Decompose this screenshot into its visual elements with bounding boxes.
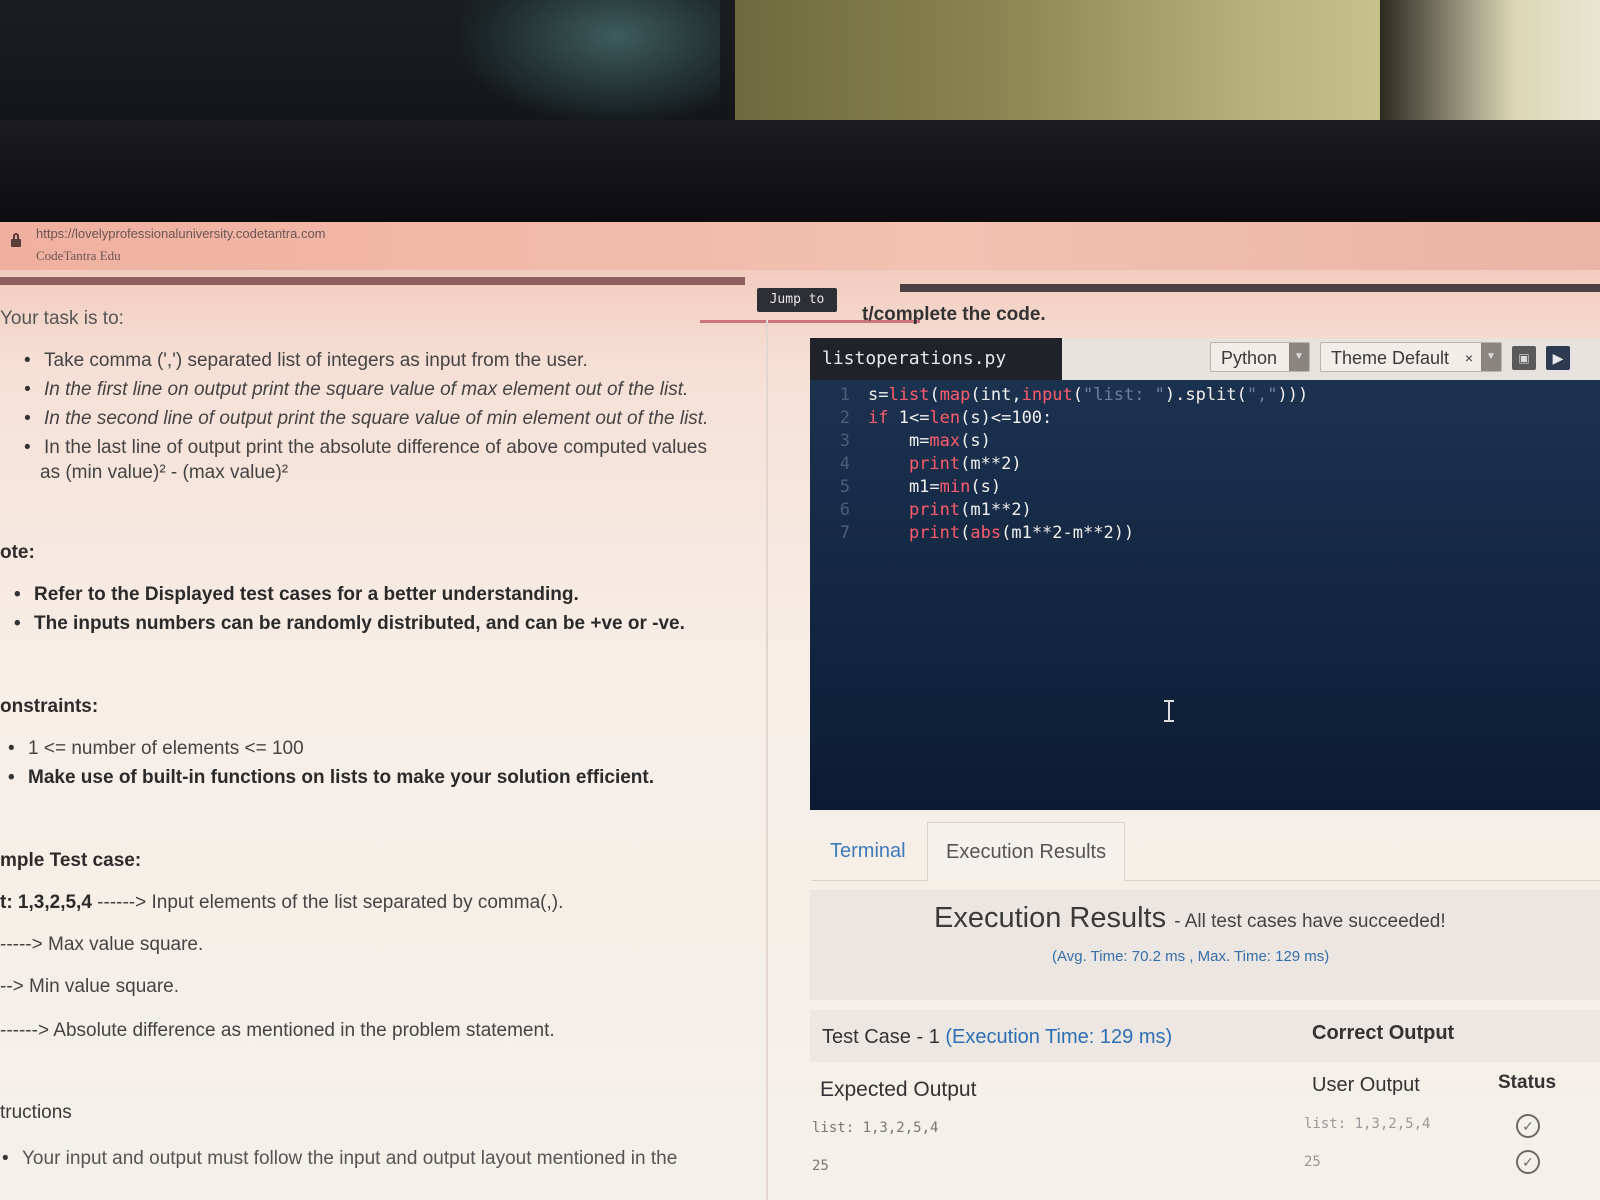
line-number: 4	[839, 454, 850, 474]
results-timing: (Avg. Time: 70.2 ms , Max. Time: 129 ms)	[1052, 948, 1330, 965]
tab-terminal[interactable]: Terminal	[812, 822, 924, 880]
constraint-item: 1 <= number of elements <= 100	[6, 734, 654, 763]
background-door	[1380, 0, 1600, 140]
file-tab[interactable]: listoperations.py	[810, 338, 1062, 380]
chevron-down-icon: ▼	[1289, 343, 1309, 371]
correct-output-label: Correct Output	[1312, 1022, 1455, 1044]
clear-icon[interactable]: ×	[1465, 343, 1473, 373]
constraints-heading: onstraints:	[0, 696, 99, 717]
task-heading: Your task is to:	[0, 308, 124, 329]
editor-instruction: t/complete the code.	[862, 304, 1046, 325]
save-icon[interactable]: ▣	[1512, 346, 1536, 370]
code-line: m1=min(s)	[868, 477, 1002, 497]
problem-pane: Your task is to: Take comma (',') separa…	[0, 292, 765, 1200]
note-item: The inputs numbers can be randomly distr…	[12, 609, 685, 638]
sample-input-desc: ------> Input elements of the list separ…	[97, 892, 564, 913]
language-select[interactable]: Python ▼	[1210, 342, 1310, 372]
user-output-line: list: 1,3,2,5,4	[1304, 1116, 1431, 1132]
sample-heading: mple Test case:	[0, 850, 142, 871]
line-number: 6	[839, 500, 850, 520]
testcase-name: Test Case - 1	[822, 1026, 940, 1048]
lock-icon	[11, 233, 21, 247]
line-number: 1	[839, 385, 850, 405]
chevron-down-icon: ▼	[1481, 343, 1501, 371]
instruction-item: Your input and output must follow the in…	[0, 1144, 677, 1173]
sample-line: --> Min value square.	[0, 976, 179, 997]
run-icon[interactable]: ▶	[1546, 346, 1570, 370]
line-number: 3	[839, 431, 850, 451]
testcase-time: (Execution Time: 129 ms)	[945, 1026, 1173, 1048]
code-line: m=max(s)	[868, 431, 991, 451]
testcase-label: Test Case - 1 (Execution Time: 129 ms)	[822, 1026, 1172, 1049]
check-icon: ✓	[1516, 1150, 1540, 1174]
screen: https://lovelyprofessionaluniversity.cod…	[0, 222, 1600, 1200]
code-line: print(m**2)	[908, 454, 1022, 474]
task-item: In the second line of output print the s…	[22, 404, 708, 433]
constraint-item: Make use of built-in functions on lists …	[6, 763, 654, 792]
sample-line: ------> Absolute difference as mentioned…	[0, 1020, 555, 1041]
note-list: Refer to the Displayed test cases for a …	[12, 580, 685, 638]
code-line: print(abs(m1**2-m**2))	[908, 523, 1135, 543]
theme-select[interactable]: Theme Default × ▼	[1320, 342, 1502, 372]
instructions-heading: tructions	[0, 1102, 72, 1123]
expected-output-heading: Expected Output	[820, 1078, 977, 1101]
results-title-text: Execution Results	[934, 902, 1167, 934]
instructions-list: Your input and output must follow the in…	[0, 1144, 677, 1173]
url-text[interactable]: https://lovelyprofessionaluniversity.cod…	[36, 226, 326, 241]
sample-line: -----> Max value square.	[0, 934, 204, 955]
results-subtitle: - All test cases have succeeded!	[1174, 911, 1446, 932]
theme-value: Theme Default	[1331, 348, 1450, 368]
address-bar[interactable]: https://lovelyprofessionaluniversity.cod…	[0, 222, 1600, 270]
note-item: Refer to the Displayed test cases for a …	[12, 580, 685, 609]
task-list: Take comma (',') separated list of integ…	[22, 346, 708, 462]
results-title: Execution Results - All test cases have …	[934, 902, 1446, 935]
sample-input-value: t: 1,3,2,5,4	[0, 892, 92, 913]
task-item: In the last line of output print the abs…	[22, 433, 708, 462]
language-value: Python	[1221, 348, 1278, 368]
user-output-line: 25	[1304, 1154, 1321, 1170]
sample-input: t: 1,3,2,5,4 ------> Input elements of t…	[0, 892, 563, 914]
task-item: In the first line on output print the sq…	[22, 375, 708, 404]
background-wall	[735, 0, 1385, 130]
expected-output-line: list: 1,3,2,5,4	[812, 1120, 939, 1136]
task-item-continuation: as (min value)² - (max value)²	[40, 462, 289, 483]
note-heading: ote:	[0, 542, 35, 563]
pane-divider[interactable]	[766, 320, 768, 1200]
line-number: 7	[839, 523, 850, 543]
line-number: 5	[839, 477, 850, 497]
code-line: print(m1**2)	[908, 500, 1032, 520]
room-background	[0, 0, 1600, 222]
background-object	[460, 0, 720, 120]
monitor-bezel	[0, 120, 1600, 222]
task-item: Take comma (',') separated list of integ…	[22, 346, 708, 375]
line-number: 2	[839, 408, 850, 428]
user-output-heading: User Output	[1312, 1074, 1420, 1096]
status-heading: Status	[1498, 1072, 1557, 1093]
text-cursor-icon	[1163, 698, 1175, 724]
code-line: s=list(map(int,input("list: ").split(","…	[868, 385, 1309, 405]
results-tabs: Terminal Execution Results	[812, 822, 1600, 881]
expected-output-line: 25	[812, 1158, 829, 1174]
header-divider-right	[900, 284, 1600, 292]
tab-execution-results[interactable]: Execution Results	[927, 822, 1126, 881]
constraints-list: 1 <= number of elements <= 100 Make use …	[6, 734, 654, 792]
site-name: CodeTantra Edu	[36, 248, 121, 263]
header-divider-left	[0, 277, 745, 285]
jump-to-button[interactable]: Jump to	[757, 288, 837, 312]
code-line: if 1<=len(s)<=100:	[868, 408, 1053, 428]
check-icon: ✓	[1516, 1114, 1540, 1138]
